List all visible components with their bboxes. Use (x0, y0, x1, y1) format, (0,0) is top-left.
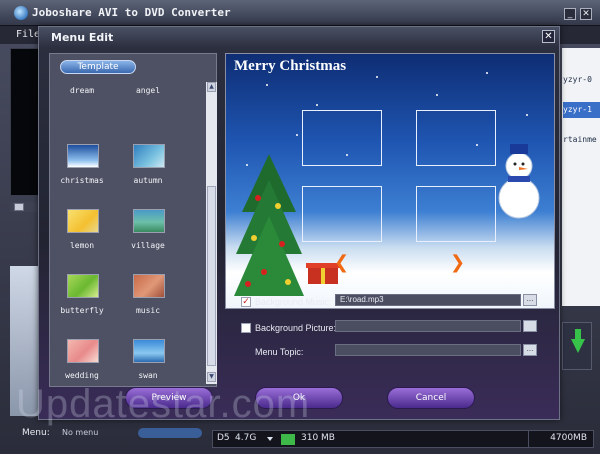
christmas-thumb-icon (67, 144, 99, 168)
christmas-tree-icon (234, 154, 304, 296)
chapter-frame[interactable] (416, 110, 496, 166)
template-butterfly[interactable]: butterfly (52, 274, 112, 336)
template-label: christmas (60, 176, 104, 185)
disc-status-bar: D5 4.7G 310 MB (212, 430, 562, 448)
scroll-up-icon[interactable]: ▲ (207, 82, 216, 92)
tab-template[interactable]: Template (60, 60, 136, 74)
close-window-button[interactable]: ✕ (580, 8, 592, 20)
arrow-down-stem (575, 329, 581, 339)
watermark: Updatestar.com (16, 382, 311, 426)
scroll-thumb[interactable] (207, 186, 216, 366)
snowflake (436, 94, 438, 96)
arrow-down-icon (571, 339, 585, 353)
seek-slider-knob[interactable] (14, 203, 24, 211)
snowflake (486, 72, 488, 74)
list-item[interactable]: yzyr-1 (563, 102, 600, 118)
template-label: swan (138, 371, 158, 380)
background-picture-label: Background Picture: (255, 323, 337, 333)
app-logo-icon (14, 6, 28, 20)
menu-topic-field[interactable] (335, 344, 521, 356)
minimize-button[interactable]: _ (564, 8, 576, 20)
menu-preview: Merry Christmas ❮ ❯ (225, 53, 555, 309)
template-autumn[interactable]: autumn (118, 144, 178, 206)
title-bar: Joboshare AVI to DVD Converter _ ✕ (0, 0, 600, 26)
background-picture-checkbox[interactable] (241, 323, 251, 333)
lemon-thumb-icon (67, 209, 99, 233)
disc-total: 4700MB (550, 433, 587, 443)
menu-edit-dialog: Menu Edit ✕ Template dream angel christm… (38, 26, 560, 420)
template-music[interactable]: music (118, 274, 178, 336)
disc-type: D5 (217, 433, 230, 443)
cancel-button[interactable]: Cancel (387, 387, 475, 409)
dialog-title-bar: Menu Edit ✕ (39, 27, 559, 47)
menu-label: Menu: (22, 428, 50, 438)
next-page-icon[interactable]: ❯ (450, 252, 465, 273)
chapter-frame[interactable] (416, 186, 496, 242)
previous-page-icon[interactable]: ❮ (334, 252, 349, 273)
file-list[interactable]: yzyr-0 yzyr-1 rtainme (562, 48, 600, 306)
disc-size-select[interactable]: 4.7G (235, 433, 256, 443)
template-village[interactable]: village (118, 209, 178, 271)
list-item[interactable]: yzyr-0 (563, 72, 600, 88)
background-music-browse-button[interactable]: ... (523, 294, 537, 306)
disc-total-box: 4700MB (528, 430, 594, 448)
template-label: music (135, 306, 161, 315)
chapter-frame[interactable] (302, 110, 382, 166)
preview-title: Merry Christmas (234, 58, 347, 74)
chapter-frame[interactable] (302, 186, 382, 242)
app-title: Joboshare AVI to DVD Converter (32, 6, 231, 19)
background-picture-browse-button[interactable] (523, 320, 537, 332)
move-down-button[interactable] (562, 322, 592, 370)
template-panel: Template dream angel christmas autumn le… (49, 53, 217, 387)
template-label: butterfly (60, 306, 104, 315)
snowflake (526, 114, 528, 116)
snowman-icon (498, 144, 540, 219)
scroll-down-icon[interactable]: ▼ (207, 372, 216, 382)
autumn-thumb-icon (133, 144, 165, 168)
snowflake (266, 84, 268, 86)
list-item[interactable]: rtainme (563, 132, 600, 148)
chevron-down-icon[interactable] (267, 437, 273, 441)
menu-topic-browse-button[interactable]: ... (523, 344, 537, 356)
template-label[interactable]: angel (118, 86, 178, 95)
template-label: lemon (69, 241, 95, 250)
wedding-thumb-icon (67, 339, 99, 363)
template-label: village (131, 241, 165, 250)
snowflake (376, 76, 378, 78)
music-thumb-icon (133, 274, 165, 298)
dialog-title: Menu Edit (51, 31, 114, 44)
template-label[interactable]: dream (52, 86, 112, 95)
template-label: wedding (65, 371, 99, 380)
dialog-close-button[interactable]: ✕ (542, 30, 555, 43)
menu-topic-label: Menu Topic: (255, 347, 304, 357)
snowflake (316, 104, 318, 106)
menu-file[interactable]: File (16, 29, 40, 40)
village-thumb-icon (133, 209, 165, 233)
template-lemon[interactable]: lemon (52, 209, 112, 271)
background-music-checkbox[interactable]: ✓ (241, 297, 251, 307)
template-christmas[interactable]: christmas (52, 144, 112, 206)
disc-used: 310 MB (301, 433, 335, 443)
background-music-label: Background Music: (255, 297, 332, 307)
disc-usage-fill (281, 434, 295, 445)
edit-menu-button[interactable] (138, 428, 202, 438)
menu-value: No menu (62, 428, 99, 437)
template-scrollbar[interactable]: ▲ ▼ (206, 82, 217, 384)
snowflake (296, 134, 298, 136)
background-picture-field[interactable] (335, 320, 521, 332)
butterfly-thumb-icon (67, 274, 99, 298)
swan-thumb-icon (133, 339, 165, 363)
template-label: autumn (133, 176, 163, 185)
background-music-field[interactable]: E:\road.mp3 (335, 294, 521, 306)
